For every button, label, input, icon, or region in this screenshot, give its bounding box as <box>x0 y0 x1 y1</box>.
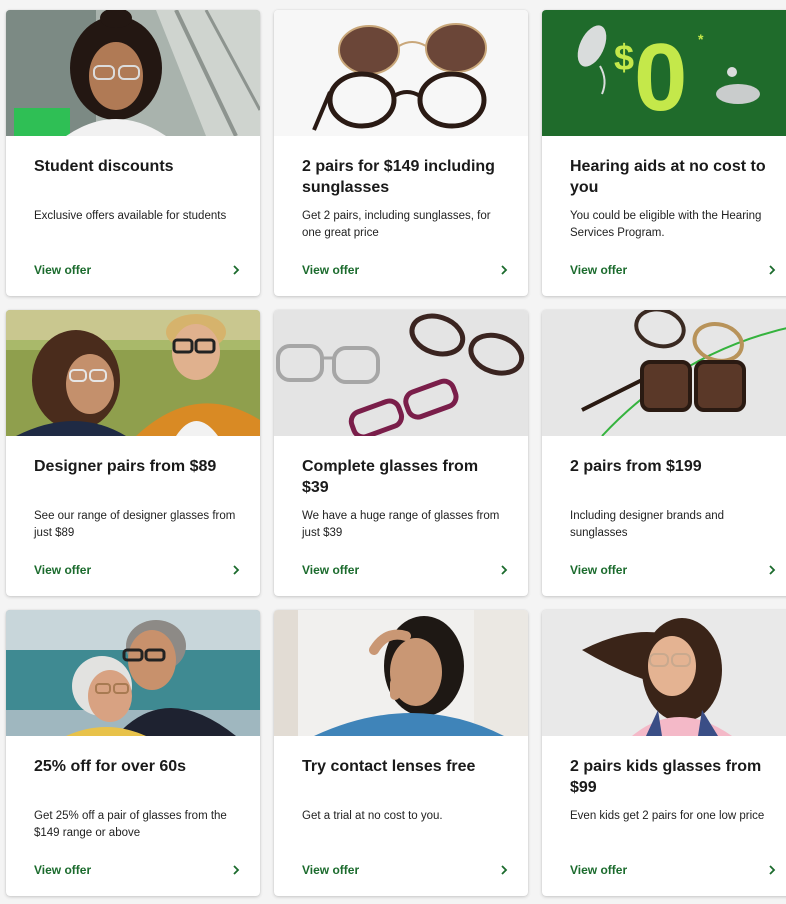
offer-card-kids-glasses[interactable]: 2 pairs kids glasses from $99 Even kids … <box>542 610 786 896</box>
offer-title: Designer pairs from $89 <box>34 458 217 475</box>
offer-description: You could be eligible with the Hearing S… <box>570 210 762 239</box>
offer-description: Including designer brands and sunglasses <box>570 510 725 539</box>
offer-title: Complete glasses from $39 <box>302 458 479 496</box>
promo-dollar-sign: $ <box>614 37 634 78</box>
chevron-right-icon <box>233 565 240 575</box>
kid-photo <box>542 610 786 736</box>
offer-card-designer-pairs[interactable]: Designer pairs from $89 See our range of… <box>6 310 260 596</box>
offer-description: Exclusive offers available for students <box>34 210 227 222</box>
offer-title: 2 pairs from $199 <box>570 458 702 475</box>
designer-frames-photo <box>542 310 786 436</box>
view-offer-label: View offer <box>302 863 360 877</box>
offer-card-contact-lenses[interactable]: Try contact lenses free Get a trial at n… <box>274 610 528 896</box>
senior-couple-photo <box>6 610 260 736</box>
chevron-right-icon <box>769 865 776 875</box>
offer-card-hearing-aids[interactable]: $ 0 * Hearing aids at no cost to you You… <box>542 10 786 296</box>
offer-title: 2 pairs for $149 including sunglasses <box>302 158 495 196</box>
offer-title: 2 pairs kids glasses from $99 <box>570 758 762 796</box>
promo-zero: 0 <box>634 24 687 131</box>
offer-title: 25% off for over 60s <box>34 758 187 775</box>
offer-card-over-60s[interactable]: 25% off for over 60s Get 25% off a pair … <box>6 610 260 896</box>
view-offer-label: View offer <box>302 563 360 577</box>
offer-description: Get 25% off a pair of glasses from the $… <box>34 810 227 839</box>
offer-description: Even kids get 2 pairs for one low price <box>570 810 765 822</box>
view-offer-label: View offer <box>570 263 628 277</box>
promo-footnote: * <box>698 31 704 47</box>
view-offer-link[interactable]: View offer <box>570 862 778 878</box>
offer-card-2-pairs-199[interactable]: 2 pairs from $199 Including designer bra… <box>542 310 786 596</box>
student-photo <box>6 10 260 136</box>
view-offer-label: View offer <box>34 863 92 877</box>
offer-description: We have a huge range of glasses from jus… <box>302 510 500 539</box>
view-offer-link[interactable]: View offer <box>34 562 242 578</box>
offer-card-2-pairs-149[interactable]: 2 pairs for $149 including sunglasses Ge… <box>274 10 528 296</box>
offer-description: Get a trial at no cost to you. <box>302 810 443 822</box>
hearing-aids-promo: $ 0 * <box>542 10 786 136</box>
view-offer-link[interactable]: View offer <box>302 562 510 578</box>
chevron-right-icon <box>233 865 240 875</box>
offer-card-complete-glasses[interactable]: Complete glasses from $39 We have a huge… <box>274 310 528 596</box>
chevron-right-icon <box>769 265 776 275</box>
view-offer-link[interactable]: View offer <box>302 262 510 278</box>
chevron-right-icon <box>233 265 240 275</box>
glasses-flatlay-photo <box>274 310 528 436</box>
offer-description: See our range of designer glasses from j… <box>34 510 236 539</box>
chevron-right-icon <box>501 265 508 275</box>
view-offer-label: View offer <box>570 563 628 577</box>
chevron-right-icon <box>769 565 776 575</box>
offer-description: Get 2 pairs, including sunglasses, for o… <box>302 210 491 239</box>
offer-card-student-discounts[interactable]: Student discounts Exclusive offers avail… <box>6 10 260 296</box>
offer-title: Student discounts <box>34 158 174 175</box>
view-offer-label: View offer <box>570 863 628 877</box>
view-offer-link[interactable]: View offer <box>570 262 778 278</box>
offer-title: Try contact lenses free <box>302 758 476 775</box>
chevron-right-icon <box>501 865 508 875</box>
sunglasses-photo <box>274 10 528 136</box>
view-offer-link[interactable]: View offer <box>570 562 778 578</box>
view-offer-label: View offer <box>34 263 92 277</box>
contact-lens-photo <box>274 610 528 736</box>
couple-photo <box>6 310 260 436</box>
offer-title: Hearing aids at no cost to you <box>570 158 766 196</box>
view-offer-label: View offer <box>302 263 360 277</box>
view-offer-link[interactable]: View offer <box>34 862 242 878</box>
chevron-right-icon <box>501 565 508 575</box>
view-offer-link[interactable]: View offer <box>34 262 242 278</box>
offers-grid: Student discounts Exclusive offers avail… <box>0 0 786 904</box>
view-offer-link[interactable]: View offer <box>302 862 510 878</box>
view-offer-label: View offer <box>34 563 92 577</box>
